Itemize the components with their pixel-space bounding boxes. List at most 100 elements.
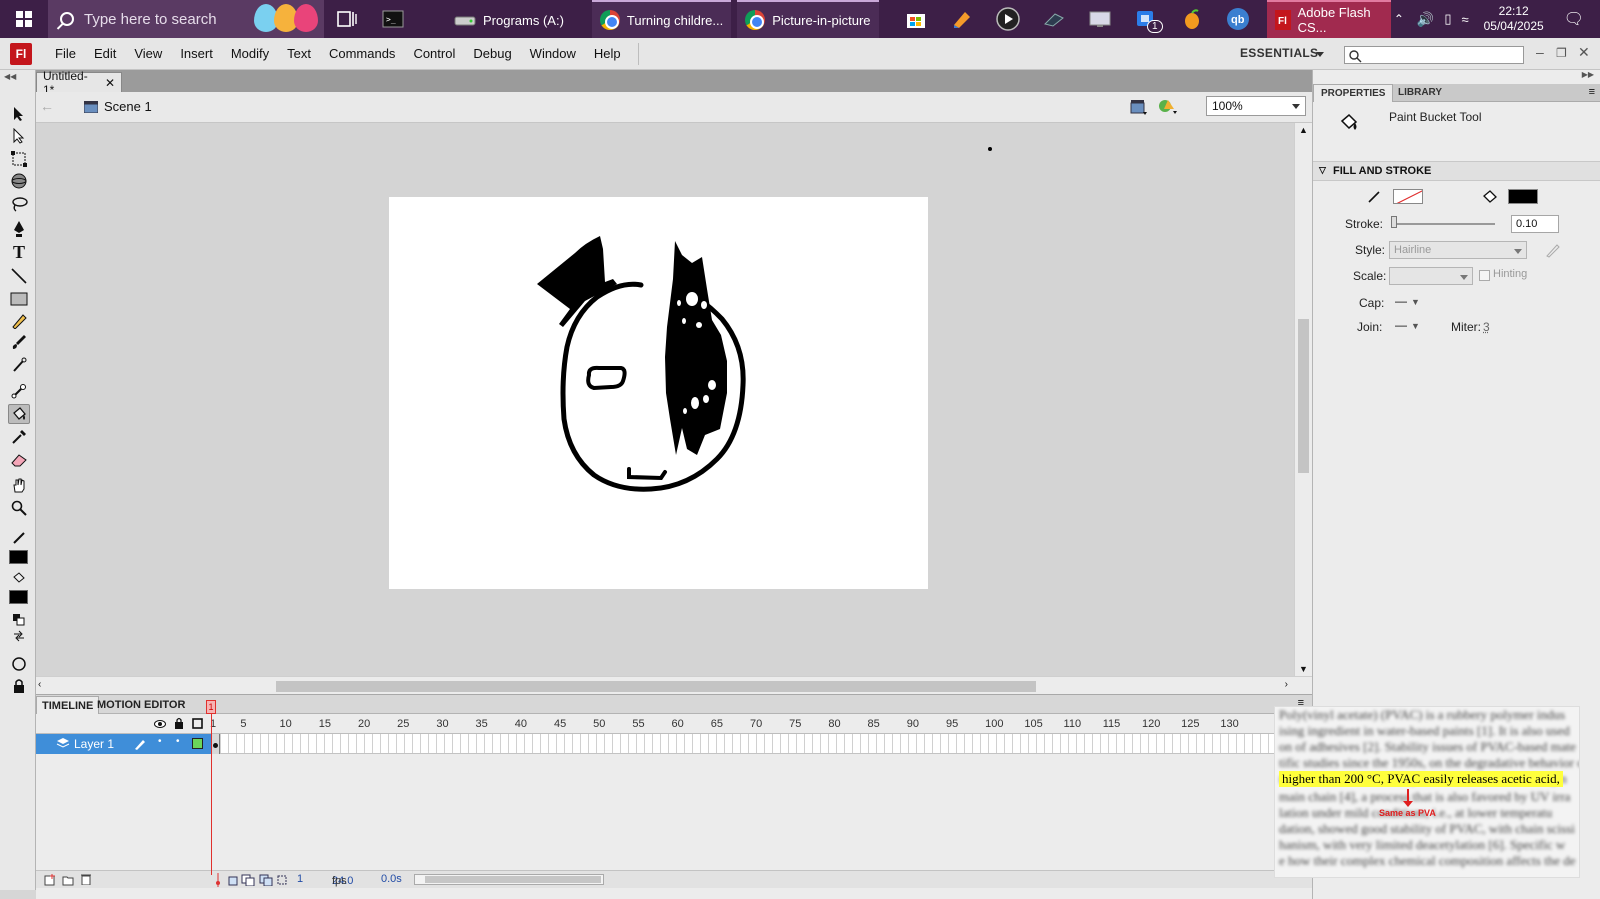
playhead-frame-marker[interactable]: 1 [206, 700, 216, 714]
3d-rotation-tool[interactable] [8, 171, 30, 191]
text-tool[interactable]: T [8, 242, 30, 262]
timeline-scroll-thumb[interactable] [425, 876, 601, 883]
fill-color-swatch[interactable] [9, 590, 28, 604]
zoom-select[interactable]: 100% [1206, 96, 1306, 116]
taskbar-app-programs[interactable]: Programs (A:) [446, 0, 572, 38]
new-folder-icon[interactable] [62, 874, 74, 886]
pasteboard[interactable] [36, 123, 1312, 676]
menu-text[interactable]: Text [278, 46, 320, 61]
back-arrow-icon[interactable]: ← [40, 98, 54, 114]
object-drawing-toggle[interactable] [8, 654, 30, 674]
store-taskbar-button[interactable] [893, 0, 939, 38]
eye-icon[interactable] [154, 719, 166, 729]
wifi-icon[interactable]: ≈ [1456, 12, 1473, 27]
layer-outline-color[interactable] [192, 738, 203, 749]
vertical-scroll-thumb[interactable] [1298, 319, 1309, 473]
layer-row[interactable]: Layer 1 • • [36, 734, 212, 754]
deco-tool[interactable] [8, 355, 30, 375]
rectangle-tool[interactable] [8, 289, 30, 309]
stroke-style-select[interactable]: Hairline [1389, 241, 1527, 259]
edit-stroke-style-icon[interactable] [1545, 242, 1561, 258]
edit-scene-icon[interactable] [1130, 98, 1148, 116]
taskbar-app-chrome-2[interactable]: Picture-in-picture [737, 0, 879, 38]
picture-in-picture-window[interactable]: Poly(vinyl acetate) (PVAC) is a rubbery … [1274, 706, 1580, 878]
visibility-dot-icon[interactable]: • [158, 736, 162, 747]
start-button[interactable] [0, 0, 48, 38]
terminal-taskbar-button[interactable]: >_ [370, 0, 416, 38]
keyframe-cell[interactable] [212, 734, 220, 754]
notifications-icon[interactable]: 🗨 [1554, 9, 1600, 29]
stroke-color-swatch[interactable] [9, 550, 28, 564]
trash-icon[interactable] [80, 873, 92, 885]
chevron-down-icon[interactable] [1316, 52, 1324, 57]
stroke-width-input[interactable]: 0.10 [1511, 215, 1559, 233]
tray-overflow-chevron-icon[interactable]: ⌃ [1386, 12, 1412, 26]
edit-symbols-icon[interactable] [1158, 97, 1178, 115]
stroke-color-swatch[interactable] [1393, 189, 1423, 204]
selection-tool[interactable] [8, 104, 30, 124]
menu-window[interactable]: Window [521, 46, 585, 61]
teams-taskbar-button[interactable]: 1 [1123, 0, 1169, 38]
cap-select[interactable]: — ▼ [1393, 294, 1423, 310]
fl-studio-taskbar-button[interactable] [1169, 0, 1215, 38]
qbittorrent-taskbar-button[interactable]: qb [1215, 0, 1261, 38]
hinting-checkbox[interactable] [1479, 270, 1490, 281]
panel-expand-icon[interactable]: ▶▶ [1582, 70, 1594, 79]
frame-ruler[interactable]: 1 5 10 15 20 25 30 35 40 45 50 55 60 65 70 75 80 85 90 95 10… [210, 714, 1312, 734]
pencil-tool[interactable] [8, 311, 30, 331]
miter-value[interactable]: 3 [1483, 320, 1490, 334]
steam-taskbar-button[interactable] [1031, 0, 1077, 38]
file-explorer-taskbar-button[interactable] [1077, 0, 1123, 38]
panel-collapse-icon[interactable]: ◀◀ [4, 72, 16, 81]
eyedropper-tool[interactable] [8, 427, 30, 447]
line-tool[interactable] [8, 266, 30, 286]
timeline-horizontal-scrollbar[interactable] [414, 874, 604, 885]
onion-skin-icons[interactable] [228, 874, 298, 886]
help-search-input[interactable] [1344, 46, 1524, 64]
stage-canvas[interactable] [389, 197, 928, 589]
horizontal-scroll-thumb[interactable] [276, 681, 1036, 692]
scroll-right-icon[interactable]: › [1285, 679, 1288, 690]
taskbar-search-box[interactable]: Type here to search [48, 0, 324, 38]
brush-tool[interactable] [8, 332, 30, 352]
lock-icon[interactable] [174, 717, 184, 729]
document-tab[interactable]: Untitled-1* ✕ [36, 69, 122, 97]
taskbar-app-chrome-1[interactable]: Turning childre... [591, 0, 732, 38]
task-view-button[interactable] [324, 0, 370, 38]
workspace-switcher[interactable]: ESSENTIALS [1240, 46, 1318, 60]
menu-insert[interactable]: Insert [171, 46, 222, 61]
center-frame-icon[interactable] [214, 873, 222, 887]
lock-dot-icon[interactable]: • [176, 736, 180, 747]
free-transform-tool[interactable] [8, 149, 30, 169]
subselection-tool[interactable] [8, 126, 30, 146]
swap-colors-button[interactable] [8, 626, 30, 646]
outline-icon[interactable] [192, 718, 203, 729]
close-button[interactable]: ✕ [1578, 44, 1590, 61]
pen-tool[interactable] [8, 219, 30, 239]
menu-control[interactable]: Control [404, 46, 464, 61]
tab-library[interactable]: LIBRARY [1391, 84, 1449, 102]
stroke-slider-track[interactable] [1393, 223, 1495, 225]
menu-help[interactable]: Help [585, 46, 630, 61]
battery-icon[interactable]: ▯ [1439, 11, 1456, 27]
paint-taskbar-button[interactable] [939, 0, 985, 38]
menu-file[interactable]: File [46, 46, 85, 61]
taskbar-clock[interactable]: 22:12 05/04/2025 [1474, 4, 1554, 34]
fill-and-stroke-section[interactable]: ▽ FILL AND STROKE [1313, 161, 1600, 181]
new-layer-icon[interactable] [44, 874, 56, 886]
join-select[interactable]: — ▼ [1393, 318, 1423, 334]
menu-edit[interactable]: Edit [85, 46, 125, 61]
breadcrumb[interactable]: Scene 1 [84, 99, 152, 114]
media-player-taskbar-button[interactable] [985, 0, 1031, 38]
lock-fill-toggle[interactable] [8, 676, 30, 696]
tab-timeline[interactable]: TIMELINE [36, 696, 100, 714]
hand-tool[interactable] [8, 475, 30, 495]
panel-menu-icon[interactable]: ≡ [1589, 86, 1595, 98]
stroke-slider-thumb[interactable] [1391, 216, 1397, 228]
menu-commands[interactable]: Commands [320, 46, 404, 61]
fill-color-swatch[interactable] [1508, 189, 1538, 204]
tab-properties[interactable]: PROPERTIES [1313, 84, 1394, 102]
close-tab-icon[interactable]: ✕ [105, 76, 115, 90]
zoom-tool[interactable] [8, 498, 30, 518]
taskbar-app-flash[interactable]: Fl Adobe Flash CS... [1266, 0, 1391, 38]
